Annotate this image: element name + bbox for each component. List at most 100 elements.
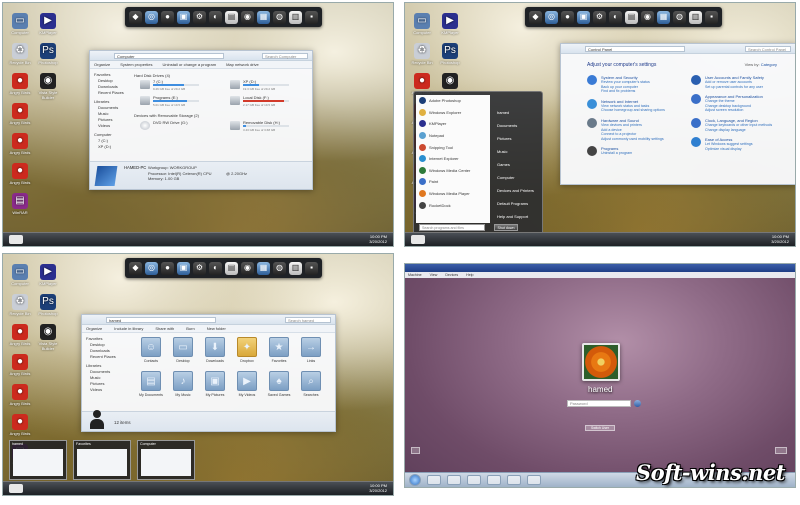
start-menu-place[interactable]: Default Programs [497,197,540,210]
folder-item[interactable]: ▣ My Pictures [202,371,228,401]
dock-icon[interactable]: ▥ [289,10,302,24]
dock-icon[interactable]: ▪ [705,10,718,24]
dock-icon[interactable]: ▪ [305,261,318,275]
desktop-icon[interactable]: ●Angry Birds [7,354,33,376]
start-button[interactable] [9,235,23,244]
organize-button[interactable]: Organize [94,62,110,67]
dock-icon[interactable]: ▣ [577,10,590,24]
start-menu-place[interactable]: Computer [497,171,540,184]
menu-help[interactable]: Help [466,273,473,277]
start-button[interactable] [9,484,23,493]
desktop-icon[interactable]: ◉Vista Style Builder [35,324,61,351]
dock-icon[interactable]: ● [561,10,574,24]
search-input[interactable]: Search hamed [285,317,331,323]
start-menu-program[interactable]: Notepad [416,130,490,142]
desktop-icon[interactable]: ●Angry Birds [7,133,33,155]
folder-item[interactable]: ♠ Saved Games [266,371,292,401]
menu-machine[interactable]: Machine [408,273,422,277]
desktop-icon[interactable]: ▭ Computer [409,13,435,35]
start-menu-program[interactable]: Paint [416,176,490,188]
nav-videos[interactable]: Videos [94,123,126,129]
desktop-icon[interactable]: ♻ Recycle Bin [7,294,33,316]
dock-icon[interactable]: ◆ [129,10,142,24]
dock-icon[interactable]: ◐ [209,261,222,275]
folder-item[interactable]: ★ Favorites [266,337,292,367]
start-menu-place[interactable]: Documents [497,119,540,132]
nav-videos[interactable]: Videos [86,387,118,393]
desktop-icon[interactable]: ●Angry Birds [7,73,33,95]
power-icon[interactable] [775,447,787,454]
clock[interactable]: 10:00 PM 3/20/2012 [369,234,387,244]
taskbar-button[interactable] [427,475,441,485]
start-menu-place[interactable]: Help and Support [497,210,540,223]
switch-user-button[interactable]: Switch User [585,425,615,431]
category-task-link[interactable]: Set up parental controls for any user [705,85,791,90]
dock-icon[interactable]: ▤ [625,10,638,24]
shutdown-button[interactable]: Shut down [494,224,518,231]
dock-icon[interactable]: ◆ [529,10,542,24]
search-input[interactable]: Search Computer [262,53,308,59]
desktop-icon[interactable]: Ps Photoshop [35,43,61,65]
nav-recent-places[interactable]: Recent Places [86,354,118,360]
desktop-icon[interactable]: ♻ Recycle Bin [409,43,435,65]
desktop-icon[interactable]: ●Angry Birds [7,414,33,436]
folder-item[interactable]: ▶ My Videos [234,371,260,401]
dock-icon[interactable]: ▦ [257,261,270,275]
dock-icon[interactable]: ▥ [689,10,702,24]
taskbar-button[interactable] [467,475,481,485]
new-folder-button[interactable]: New folder [207,326,226,331]
category-task-link[interactable]: Adjust commonly used mobility settings [601,137,687,142]
taskbar-button[interactable] [507,475,521,485]
taskbar-button[interactable] [447,475,461,485]
thumbnail-favorites[interactable]: Favorites [73,440,131,480]
dock-icon[interactable]: ◍ [673,10,686,24]
start-menu-program[interactable]: Snipping Tool [416,141,490,153]
taskbar-button[interactable] [527,475,541,485]
uninstall-program-button[interactable]: Uninstall or change a program [162,62,216,67]
start-orb-icon[interactable] [409,474,421,486]
folder-item[interactable]: ⌕ Searches [298,371,324,401]
start-menu-program[interactable]: Windows Media Player [416,188,490,200]
dock-icon[interactable]: ● [161,10,174,24]
start-menu-program[interactable]: Internet Explorer [416,153,490,165]
desktop-icon[interactable]: ▶ KMPlayer [437,13,463,35]
address-field[interactable]: Control Panel [585,46,685,52]
category-task-link[interactable]: Uninstall a program [601,151,687,156]
desktop-icon[interactable]: ●Angry Birds [7,163,33,185]
clock[interactable]: 10:00 PM 3/20/2012 [369,483,387,493]
map-drive-button[interactable]: Map network drive [226,62,259,67]
control-panel-window[interactable]: Control Panel Search Control Panel Adjus… [560,43,795,185]
dock-icon[interactable]: ◉ [241,10,254,24]
dock-icon[interactable]: ▪ [305,10,318,24]
view-by[interactable]: View by: Category [745,62,777,67]
submit-arrow-icon[interactable] [634,400,641,407]
address-field[interactable]: hamed [106,317,216,323]
dock-icon[interactable]: ◍ [273,10,286,24]
dock-icon[interactable]: ⚙ [593,10,606,24]
desktop-icon[interactable]: Ps Photoshop [437,43,463,65]
taskbar-button[interactable] [487,475,501,485]
start-button[interactable] [411,235,425,244]
folder-item[interactable]: ✦ Dropbox [234,337,260,367]
desktop-icon[interactable]: ♻ Recycle Bin [7,43,33,65]
desktop-icon[interactable]: Ps Photoshop [35,294,61,316]
desktop-icon[interactable]: ▤WinRAR [7,193,33,215]
organize-button[interactable]: Organize [86,326,102,331]
start-menu-program[interactable]: KMPlayer [416,118,490,130]
nav-drive-d[interactable]: XP (D:) [94,144,126,150]
desktop-icon[interactable]: ◉Vista Style Builder [35,73,61,100]
start-menu-place[interactable]: hamed [497,106,540,119]
dock-icon[interactable]: ◎ [545,10,558,24]
category-task-link[interactable]: Choose homegroup and sharing options [601,108,687,113]
dock-icon[interactable]: ⚙ [193,10,206,24]
folder-item[interactable]: ♪ My Music [170,371,196,401]
dock-icon[interactable]: ▤ [225,10,238,24]
include-in-library-button[interactable]: Include in library [114,326,143,331]
drive-d[interactable]: XP (D:) 19.3 GB free of 29.2 GB [230,79,290,91]
address-field[interactable]: Computer [114,53,224,59]
dock-icon[interactable]: ◐ [209,10,222,24]
dock-icon[interactable]: ● [161,261,174,275]
desktop-icon[interactable]: ▶ KMPlayer [35,264,61,286]
folder-item[interactable]: ▤ My Documents [138,371,164,401]
dock-icon[interactable]: ▦ [657,10,670,24]
